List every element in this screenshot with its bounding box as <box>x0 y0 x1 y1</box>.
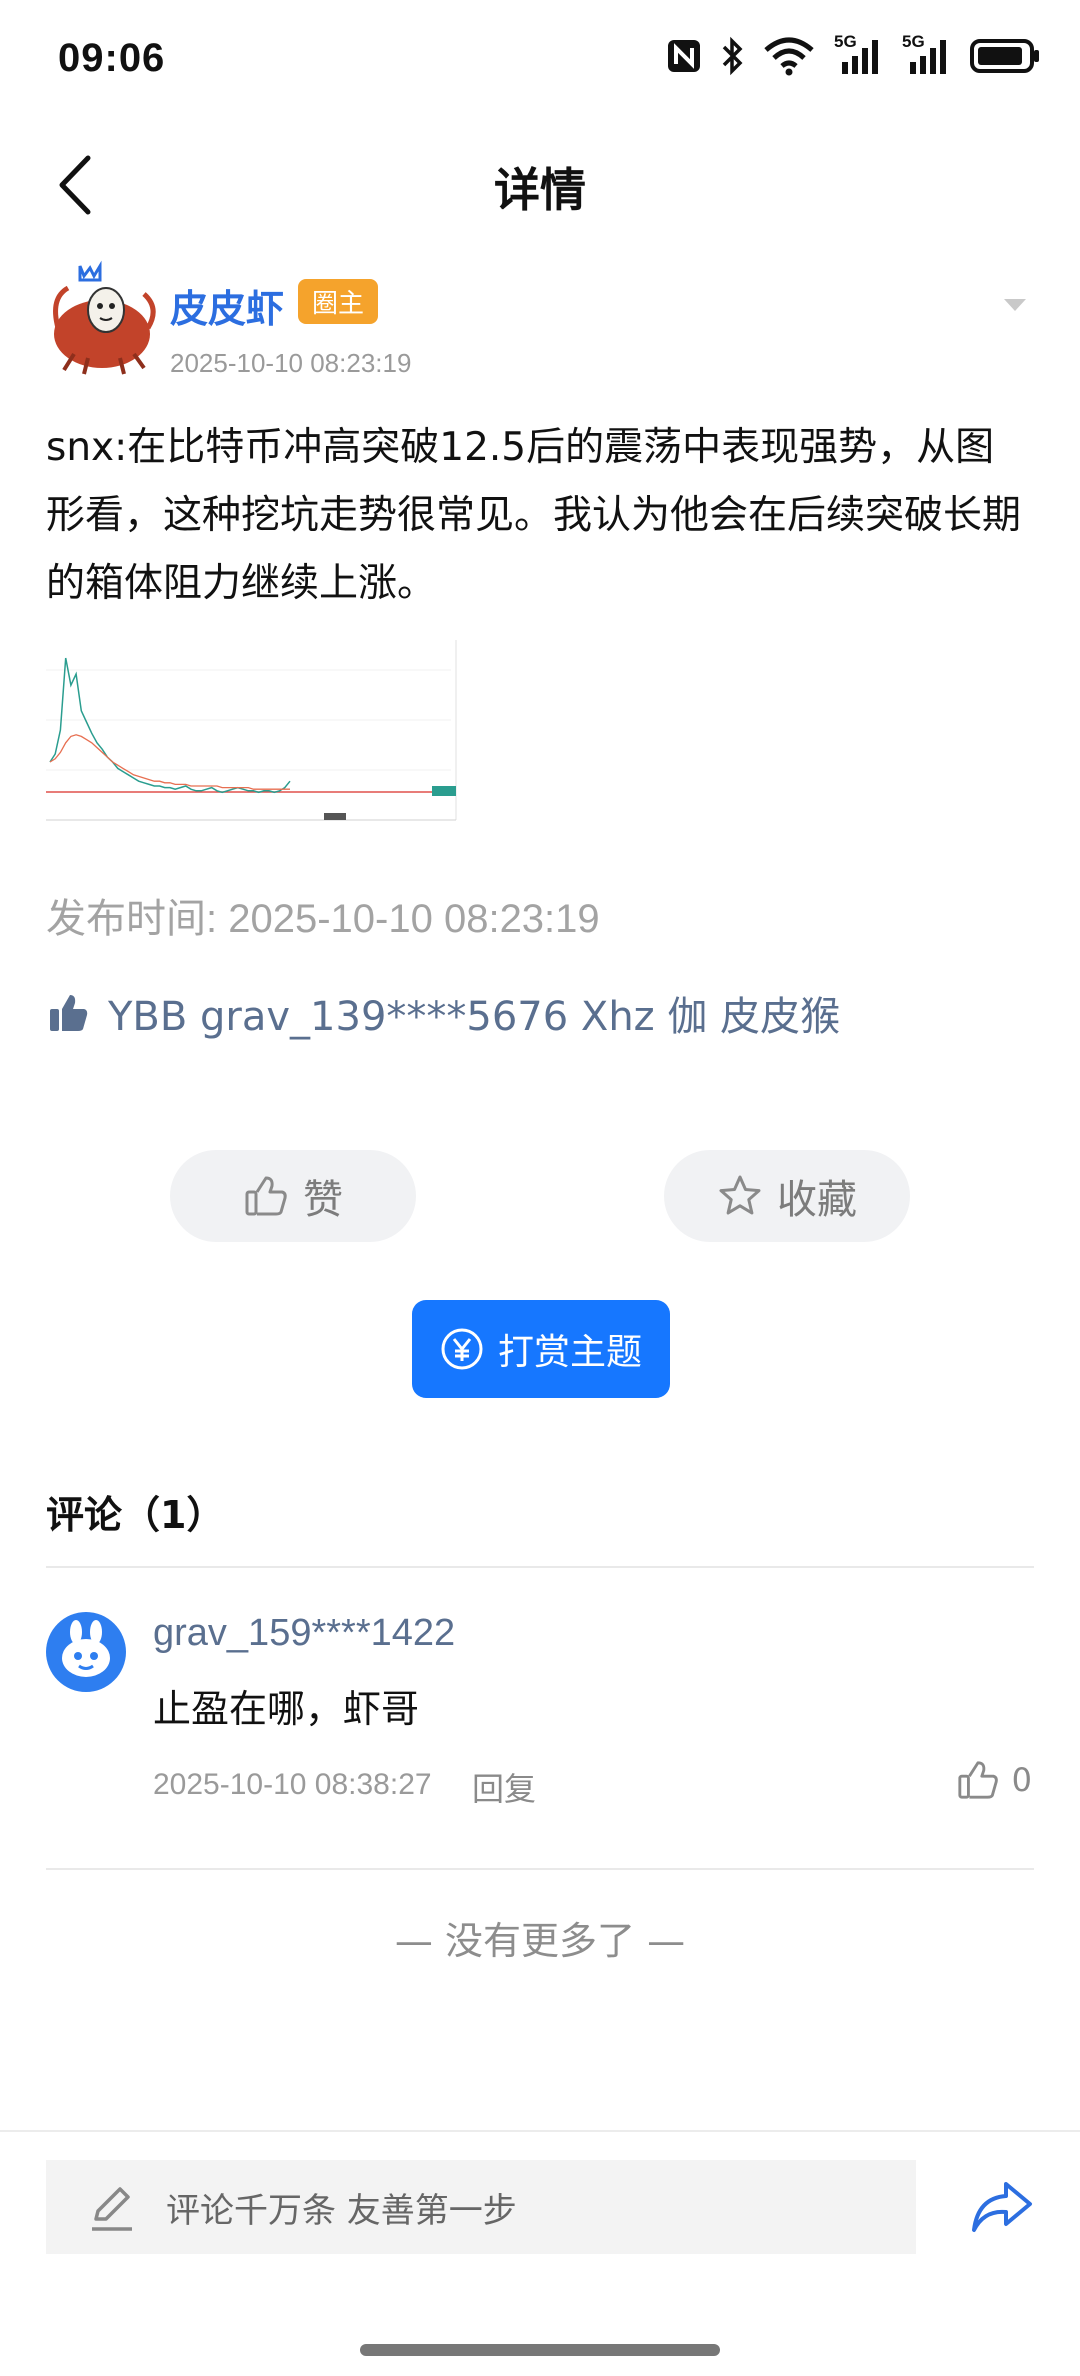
pen-icon <box>92 2187 132 2231</box>
comment-input-placeholder: 评论千万条 友善第一步 <box>166 2190 517 2231</box>
chart-moving-average-line <box>49 734 290 790</box>
comment-username[interactable]: grav_159****1422 <box>153 1612 455 1655</box>
comment-reply-button[interactable]: 回复 <box>472 1764 536 1810</box>
thumbs-up-icon <box>958 1761 998 1799</box>
bluetooth-icon <box>722 36 743 76</box>
price-chart <box>46 640 457 821</box>
home-indicator[interactable] <box>360 2344 720 2356</box>
signal-1: 5G <box>834 32 884 76</box>
author-name[interactable]: 皮皮虾 <box>170 278 284 333</box>
star-icon <box>719 1175 761 1215</box>
liked-by-row: YBB grav_139****5676 Xhz 伽 皮皮猴 <box>46 984 840 1042</box>
bunny-avatar-icon <box>62 1620 110 1677</box>
owner-badge: 圈主 <box>298 279 379 324</box>
chart-price-line <box>49 657 291 794</box>
share-arrow-icon <box>972 2182 1032 2232</box>
comment-time: 2025-10-10 08:38:27 <box>153 1768 432 1801</box>
shrimp-avatar-image <box>53 260 156 375</box>
comments-title: 评论（1） <box>46 1493 225 1537</box>
comment-input[interactable]: 评论千万条 友善第一步 <box>46 2160 916 2254</box>
liked-by-users[interactable]: YBB grav_139****5676 Xhz 伽 皮皮猴 <box>108 984 840 1042</box>
publish-time: 发布时间: 2025-10-10 08:23:19 <box>46 886 600 944</box>
battery-icon <box>970 39 1039 73</box>
yuan-coin-icon <box>441 1328 483 1370</box>
status-icons: 5G 5G <box>666 32 1040 76</box>
share-button[interactable] <box>970 2176 1034 2236</box>
favorite-label: 收藏 <box>777 1177 857 1223</box>
post-content: snx:在比特币冲高突破12.5后的震荡中表现强势，从图形看，这种挖坑走势很常见… <box>46 425 1022 606</box>
signal-2: 5G <box>902 32 952 76</box>
status-time: 09:06 <box>58 36 166 80</box>
bottom-bar-divider <box>0 2130 1080 2132</box>
wifi-icon <box>764 37 814 76</box>
commenter-avatar[interactable] <box>46 1612 126 1692</box>
comment-like-button[interactable]: 0 <box>956 1758 1032 1802</box>
author-post-time: 2025-10-10 08:23:19 <box>170 348 412 378</box>
no-more-text: — 没有更多了 — <box>394 1919 686 1963</box>
like-button[interactable]: 赞 <box>170 1150 416 1242</box>
chart-price-tag <box>432 786 456 796</box>
page-title: 详情 <box>494 163 586 217</box>
author-avatar[interactable] <box>44 258 162 388</box>
post-chart-image[interactable] <box>46 640 466 832</box>
reward-label: 打赏主题 <box>497 1332 642 1373</box>
divider <box>46 1868 1034 1870</box>
comment-like-count: 0 <box>1011 1761 1032 1799</box>
publish-time-value: 2025-10-10 08:23:19 <box>228 897 600 941</box>
caret-down-icon <box>1004 299 1026 311</box>
nfc-icon <box>668 40 700 72</box>
signal-bars-icon <box>842 40 878 74</box>
divider <box>46 1566 1034 1568</box>
thumbs-up-filled-icon <box>50 995 88 1031</box>
favorite-button[interactable]: 收藏 <box>664 1150 910 1242</box>
like-label: 赞 <box>303 1177 343 1223</box>
comment-text: 止盈在哪，虾哥 <box>153 1687 420 1731</box>
thumbs-up-icon <box>245 1176 287 1216</box>
more-options-button[interactable] <box>1002 296 1028 318</box>
chart-time-tag <box>324 813 346 820</box>
publish-time-label: 发布时间: <box>46 897 229 941</box>
signal-bars-icon <box>910 40 946 74</box>
reward-button[interactable]: 打赏主题 <box>412 1300 670 1398</box>
